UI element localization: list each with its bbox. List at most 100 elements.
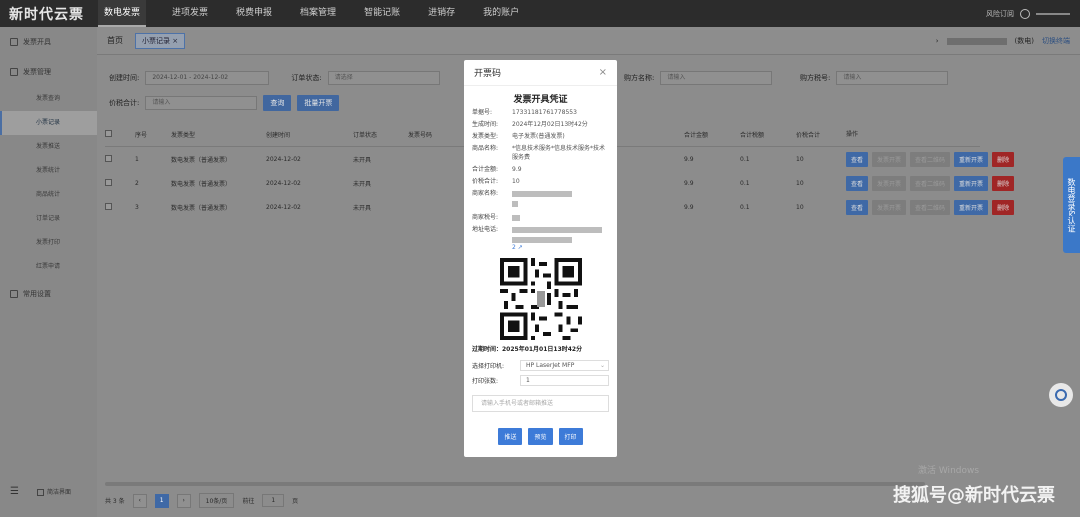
select-all-checkbox[interactable] <box>105 130 112 137</box>
delete-button[interactable]: 删除 <box>992 199 1015 215</box>
row-checkbox[interactable] <box>105 178 112 186</box>
nav-item-tax-filing[interactable]: 税费申报 <box>234 0 274 27</box>
delete-button[interactable]: 删除 <box>992 151 1015 167</box>
push-contact-input[interactable]: 请输入手机号或者邮箱推送 <box>472 395 609 412</box>
view-button[interactable]: 查看 <box>846 151 869 167</box>
activate-windows-text: 激活 Windows <box>918 466 980 476</box>
print-button[interactable]: 打印 <box>558 428 583 445</box>
tab-receipt-records[interactable]: 小票记录 × <box>135 32 186 49</box>
view-qr-button[interactable]: 查看二维码 <box>910 199 951 215</box>
tab-bar: 首页 小票记录 × › (数电) 切换终端 <box>97 27 1080 55</box>
order-status-select[interactable]: 请选择 <box>327 71 440 85</box>
row-no: 3 <box>135 203 139 211</box>
close-icon[interactable]: × <box>172 37 178 45</box>
field-label: 生成时间: <box>472 121 499 128</box>
top-bar: 新时代云票 数电发票 进项发票 税费申报 档案管理 智能记账 进销存 我的账户 … <box>0 0 1080 27</box>
row-tax: 0.1 <box>740 155 750 163</box>
query-button[interactable]: 查询 <box>263 95 292 111</box>
date-range-input[interactable]: 2024-12-01 - 2024-12-02 <box>145 71 270 85</box>
header-tax: 合计税额 <box>740 132 765 139</box>
sidebar-bottom: ☰ 简洁界面 <box>10 486 71 497</box>
delete-button[interactable]: 删除 <box>992 175 1015 191</box>
issue-invoice-button[interactable]: 发票开票 <box>872 199 907 215</box>
address-redacted: 2 ↗ <box>512 225 602 252</box>
switch-terminal-link[interactable]: 切换终端 <box>1042 36 1070 46</box>
field-label: 地址电话: <box>472 226 499 233</box>
view-qr-button[interactable]: 查看二维码 <box>910 175 951 191</box>
main-nav: 数电发票 进项发票 税费申报 档案管理 智能记账 进销存 我的账户 <box>98 0 545 27</box>
row-time: 2024-12-02 <box>266 155 301 163</box>
field-gen-time: 生成时间: 2024年12月02日13时42分 <box>464 120 617 129</box>
sidebar-item-invoice-query[interactable]: 发票查询 <box>0 87 97 111</box>
tab-right: › (数电) 切换终端 <box>936 36 1070 46</box>
row-checkbox[interactable] <box>105 154 112 162</box>
breadcrumb-home[interactable]: 首页 <box>107 35 123 46</box>
reissue-button[interactable]: 重新开票 <box>954 199 989 215</box>
nav-item-account[interactable]: 我的账户 <box>481 0 521 27</box>
row-checkbox[interactable] <box>105 202 112 210</box>
issue-invoice-button[interactable]: 发票开票 <box>872 151 907 167</box>
copies-input[interactable]: 1 <box>520 375 609 386</box>
customer-service-icon[interactable] <box>1049 383 1073 407</box>
tax-total-label: 价税合计: <box>109 99 140 107</box>
external-link-icon[interactable]: ↗ <box>518 244 523 251</box>
horizontal-scrollbar[interactable] <box>105 482 925 486</box>
close-icon[interactable]: × <box>599 67 607 78</box>
field-label: 单据号: <box>472 109 493 116</box>
push-button[interactable]: 推送 <box>498 428 523 445</box>
header-ops: 操作 <box>846 131 859 138</box>
nav-item-input-invoice[interactable]: 进项发票 <box>170 0 210 27</box>
simple-mode-toggle[interactable]: 简洁界面 <box>36 487 71 496</box>
sidebar-group-label: 发票开具 <box>23 38 51 46</box>
modal-actions: 推送 预览 打印 <box>464 428 617 445</box>
prev-page-button[interactable]: ‹ <box>132 493 147 508</box>
view-qr-button[interactable]: 查看二维码 <box>910 151 951 167</box>
next-page-button[interactable]: › <box>176 493 191 508</box>
nav-item-bookkeeping[interactable]: 智能记账 <box>362 0 402 27</box>
printer-label: 选择打印机: <box>472 363 505 370</box>
sidebar-item-invoice-push[interactable]: 发票推送 <box>0 135 97 159</box>
batch-issue-button[interactable]: 批量开票 <box>297 95 340 111</box>
buyer-tax-input[interactable]: 请输入 <box>836 71 949 85</box>
sidebar-item-invoice-stats[interactable]: 发票统计 <box>0 159 97 183</box>
sidebar-item-invoice-print[interactable]: 发票打印 <box>0 231 97 255</box>
row-no: 1 <box>135 155 139 163</box>
row-status: 未开具 <box>353 180 372 188</box>
header-no: 序号 <box>135 132 148 139</box>
field-value: 17331181761778553 <box>512 109 577 116</box>
nav-item-archive[interactable]: 档案管理 <box>298 0 338 27</box>
menu-collapse-icon[interactable]: ☰ <box>10 486 19 497</box>
sidebar-group-manage[interactable]: 发票管理 <box>0 57 97 87</box>
view-button[interactable]: 查看 <box>846 175 869 191</box>
sidebar-group-settings[interactable]: 常用设置 <box>0 279 97 309</box>
nav-item-invoice[interactable]: 数电发票 <box>98 0 147 27</box>
sidebar-item-red-invoice[interactable]: 红票申请 <box>0 255 97 279</box>
row-tax: 0.1 <box>740 203 750 211</box>
page-unit: 页 <box>292 498 299 505</box>
risk-subscribe-link[interactable]: 风险订阅 <box>986 9 1014 19</box>
buyer-name-input[interactable]: 请输入 <box>660 71 773 85</box>
row-tax: 0.1 <box>740 179 750 187</box>
sidebar-item-receipt-records[interactable]: 小票记录 <box>0 111 97 135</box>
sidebar-group-issue[interactable]: 发票开具 <box>0 27 97 57</box>
user-icon[interactable] <box>1020 8 1030 19</box>
chevron-right-icon[interactable]: › <box>936 37 939 45</box>
nav-item-inventory[interactable]: 进销存 <box>426 0 457 27</box>
reissue-button[interactable]: 重新开票 <box>954 175 989 191</box>
copies-field: 打印张数: 1 <box>464 375 617 386</box>
tax-total-input[interactable]: 请输入 <box>145 96 258 110</box>
printer-select[interactable]: HP LaserJet MFP ⌄ <box>520 360 609 371</box>
page-size-select[interactable]: 10条/页 <box>198 493 235 508</box>
settings-icon <box>10 290 18 298</box>
reissue-button[interactable]: 重新开票 <box>954 151 989 167</box>
row-status: 未开具 <box>353 156 372 164</box>
sidebar-item-order-records[interactable]: 订单记录 <box>0 207 97 231</box>
page-button[interactable]: 1 <box>154 493 169 508</box>
digital-login-tab[interactable]: 数电登录&认证 <box>1063 157 1080 253</box>
goto-input[interactable]: 1 <box>262 494 285 507</box>
issue-invoice-button[interactable]: 发票开票 <box>872 175 907 191</box>
preview-button[interactable]: 预览 <box>528 428 553 445</box>
field-value: 电子发票(普通发票) <box>512 133 565 140</box>
sidebar-item-product-stats[interactable]: 商品统计 <box>0 183 97 207</box>
view-button[interactable]: 查看 <box>846 199 869 215</box>
